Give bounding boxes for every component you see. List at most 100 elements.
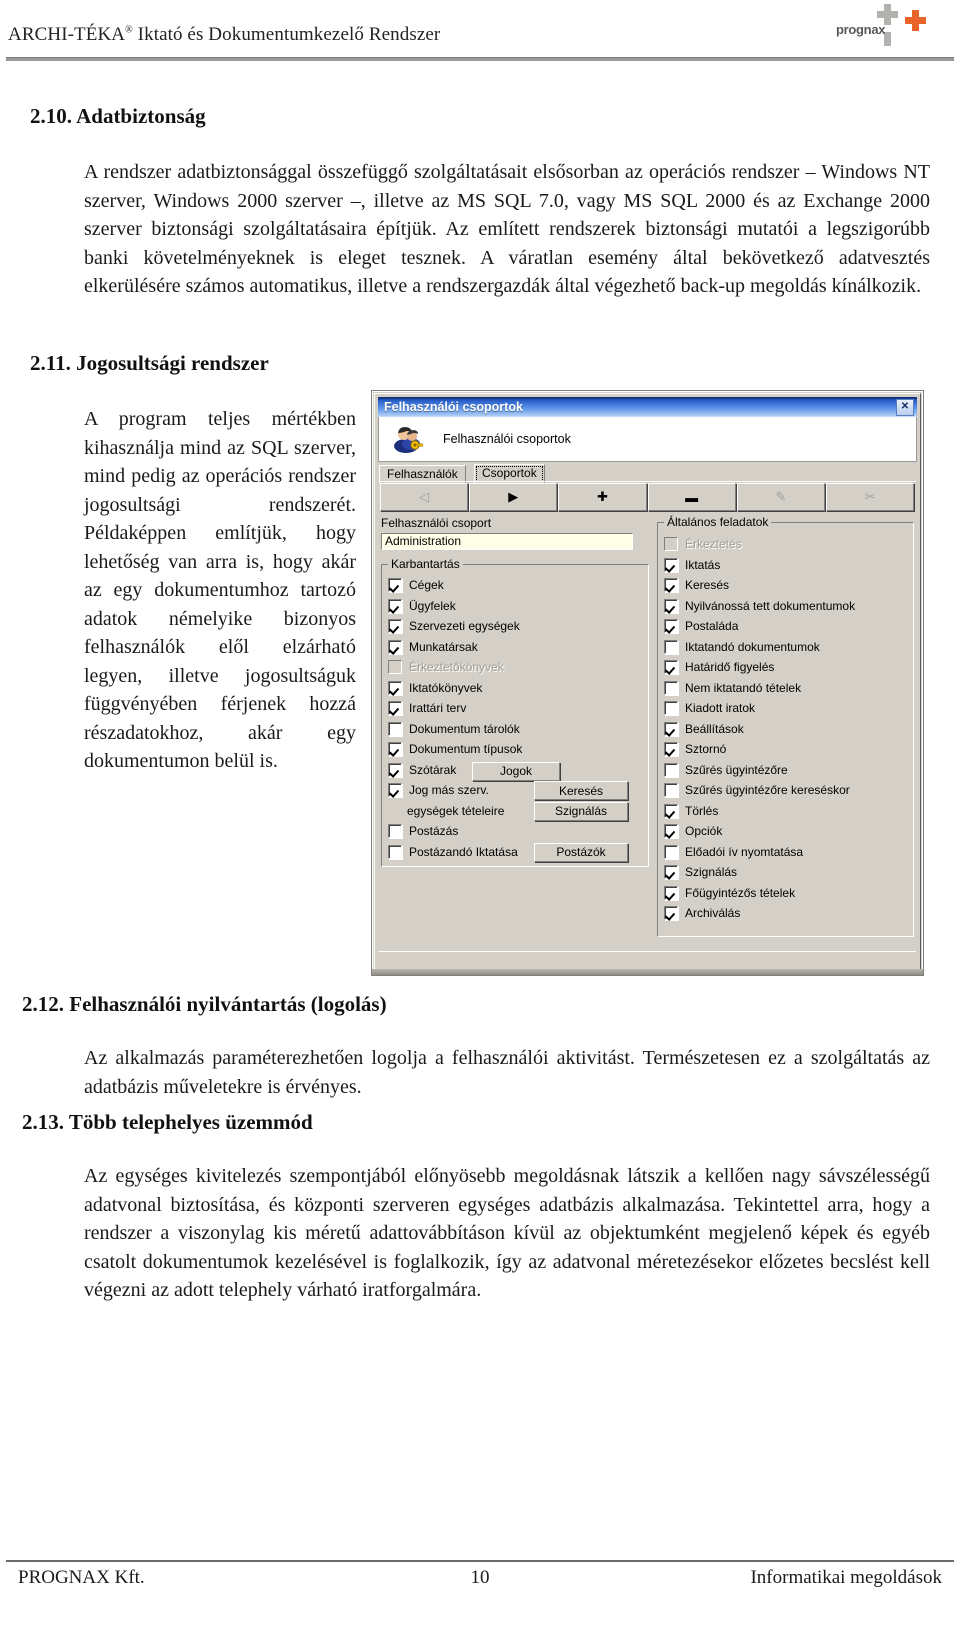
group-field-label: Felhasználói csoport [381,516,492,530]
checkbox-row-eloadoi-iv-nyomtatasa[interactable]: Előadói ív nyomtatása [664,842,909,863]
pencil-icon: ✎ [775,489,787,504]
checkbox-row-kiadott-iratok[interactable]: Kiadott iratok [664,698,909,719]
checkbox-erkeztetokonyvek [388,660,402,675]
checkbox-fougyintezos-tetelek[interactable] [664,885,678,900]
checkbox-hatarido-figyeles[interactable] [664,660,678,675]
checkbox-row-szotarak[interactable]: Szótárak Jogok [388,760,644,781]
checkbox-szures-ugyintezore-kereseskor[interactable] [664,783,678,798]
checkbox-row-postazando-iktatasa[interactable]: Postázandó Iktatása Postázók [388,842,644,863]
section-title-2-13: Több telephelyes üzemmód [68,1110,313,1134]
checkbox-szotarak-label: Szótárak [409,762,457,777]
add-record-button[interactable]: ✚ [558,483,647,511]
checkbox-row-torles[interactable]: Törlés [664,801,909,822]
checkbox-row-ugyfelek[interactable]: Ügyfelek [388,596,644,617]
jogok-button[interactable]: Jogok [472,761,560,781]
checkbox-nem-iktatando-tetelek[interactable] [664,680,678,695]
altalanos-feladatok-groupbox: Általános feladatok Érkeztetés Iktatás K… [657,515,914,937]
checkbox-postalada-label: Postaláda [685,619,739,634]
logo-square-gray [877,11,884,18]
checkbox-nem-iktatando-tetelek-label: Nem iktatandó tételek [685,680,802,695]
altalanos-feladatok-group-title: Általános feladatok [664,515,772,529]
checkbox-dokumentum-tipusok[interactable] [388,742,402,757]
checkbox-row-opciok[interactable]: Opciók [664,821,909,842]
checkbox-kiadott-iratok[interactable] [664,701,678,716]
checkbox-row-iktatando-dokumentumok[interactable]: Iktatandó dokumentumok [664,637,909,658]
checkbox-opciok-label: Opciók [685,824,723,839]
checkbox-iktatokonyvek[interactable] [388,680,402,695]
checkbox-row-szervezeti-egysegek[interactable]: Szervezeti egységek [388,616,644,637]
checkbox-szervezeti-egysegek[interactable] [388,619,402,634]
left-panel: Felhasználói csoport Karbantartás Cégek … [381,516,649,944]
section-title-2-10: Adatbiztonság [76,104,206,128]
checkbox-ugyfelek[interactable] [388,598,402,613]
checkbox-row-fougyintezos-tetelek[interactable]: Főügyintézős tételek [664,883,909,904]
checkbox-beallitasok-label: Beállítások [685,721,744,736]
checkbox-row-jog-mas-szerv[interactable]: Jog más szerv. Keresés [388,780,644,801]
checkbox-jog-mas-szerv[interactable] [388,783,402,798]
logo-square-gray [884,39,891,46]
checkbox-row-szures-ugyintezore[interactable]: Szűrés ügyintézőre [664,760,909,781]
checkbox-row-iktatokonyvek[interactable]: Iktatókönyvek [388,678,644,699]
checkbox-row-postazas[interactable]: Postázás [388,821,644,842]
logo-wordmark: prognax [836,22,886,37]
checkbox-dokumentum-tarolok[interactable] [388,721,402,736]
checkbox-szignalas[interactable] [664,865,678,880]
checkbox-beallitasok[interactable] [664,721,678,736]
group-name-input[interactable] [381,532,633,550]
delete-record-button[interactable]: ▬ [647,483,736,511]
checkbox-row-nem-iktatando-tetelek[interactable]: Nem iktatandó tételek [664,678,909,699]
checkbox-postazas[interactable] [388,824,402,839]
checkbox-row-szures-ugyintezore-kereseskor[interactable]: Szűrés ügyintézőre kereséskor [664,780,909,801]
checkbox-iktatando-dokumentumok[interactable] [664,639,678,654]
tab-felhasznalok-label: Felhasználók [387,467,458,481]
checkbox-nyilvanossa-tett-dokumentumok[interactable] [664,598,678,613]
checkbox-szotarak[interactable] [388,762,402,777]
checkbox-row-dokumentum-tipusok[interactable]: Dokumentum típusok [388,739,644,760]
section-number-2-11: 2.11. [30,351,71,375]
document-header-title: ARCHI-TÉKA® Iktató és Dokumentumkezelő R… [8,24,440,46]
checkbox-row-hatarido-figyeles[interactable]: Határidő figyelés [664,657,909,678]
checkbox-row-postalada[interactable]: Postaláda [664,616,909,637]
checkbox-row-dokumentum-tarolok[interactable]: Dokumentum tárolók [388,719,644,740]
checkbox-row-beallitasok[interactable]: Beállítások [664,719,909,740]
checkbox-row-szignalas[interactable]: Szignálás [664,862,909,883]
checkbox-munkatarsak[interactable] [388,639,402,654]
checkbox-kereses[interactable] [664,578,678,593]
checkbox-torles[interactable] [664,803,678,818]
next-record-icon: ▶ [508,489,519,504]
checkbox-row-iktatas[interactable]: Iktatás [664,555,909,576]
checkbox-row-sztorno[interactable]: Sztornó [664,739,909,760]
close-icon[interactable]: ✕ [896,399,914,416]
checkbox-row-irattari-terv[interactable]: Irattári terv [388,698,644,719]
checkbox-postazando-iktatasa[interactable] [388,844,402,859]
postazok-button[interactable]: Postázók [534,842,628,862]
users-key-icon [393,424,424,454]
first-record-button[interactable]: ◁ [380,483,469,511]
logo-square-gray [891,11,898,18]
logo-square-orange [905,17,912,24]
edit-record-button[interactable]: ✎ [736,483,825,511]
checkbox-row-kereses[interactable]: Keresés [664,575,909,596]
kereses-button[interactable]: Keresés [534,781,628,800]
checkbox-archivalas[interactable] [664,906,678,921]
checkbox-sztorno[interactable] [664,742,678,757]
cancel-edit-button[interactable]: ✂ [825,483,915,511]
checkbox-row-munkatarsak[interactable]: Munkatársak [388,637,644,658]
checkbox-row-nyilvanossa-tett-dokumentumok[interactable]: Nyilvánossá tett dokumentumok [664,596,909,617]
checkbox-row-cegek[interactable]: Cégek [388,575,644,596]
checkbox-szures-ugyintezore[interactable] [664,762,678,777]
next-record-button[interactable]: ▶ [469,483,558,511]
checkbox-postazando-iktatasa-label: Postázandó Iktatása [409,844,518,859]
checkbox-dokumentum-tipusok-label: Dokumentum típusok [409,742,523,757]
checkbox-eloadoi-iv-nyomtatasa[interactable] [664,844,678,859]
page-header: ARCHI-TÉKA® Iktató és Dokumentumkezelő R… [0,0,960,62]
checkbox-postalada[interactable] [664,619,678,634]
szignalas-button[interactable]: Szignálás [534,801,628,821]
checkbox-irattari-terv[interactable] [388,701,402,716]
checkbox-row-archivalas[interactable]: Archiválás [664,903,909,924]
checkbox-cegek[interactable] [388,578,402,593]
logo-square-orange [912,17,919,24]
dialog-titlebar[interactable]: Felhasználói csoportok ✕ [378,397,917,417]
checkbox-opciok[interactable] [664,824,678,839]
checkbox-iktatas[interactable] [664,557,678,572]
